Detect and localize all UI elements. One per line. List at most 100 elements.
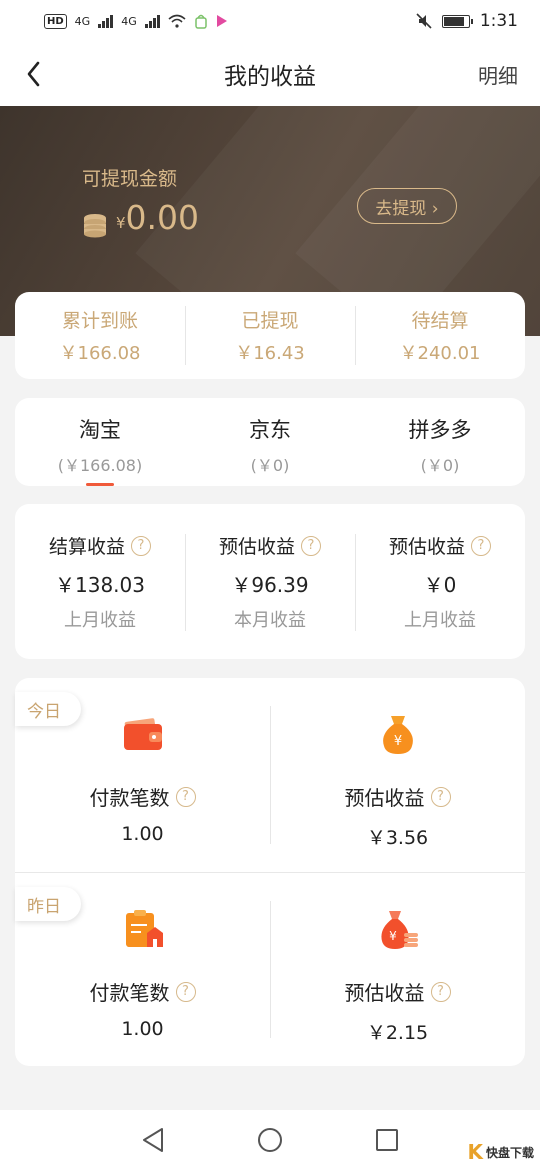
withdrawable-label: 可提现金额	[82, 168, 178, 190]
stat-title-text: 付款笔数	[89, 786, 170, 810]
yesterday-estimate: ¥ 预估收益 ? ￥2.15	[270, 873, 525, 1066]
estimate-title-text: 结算收益	[48, 536, 125, 558]
tab-amount: (￥166.08)	[57, 456, 143, 475]
estimate-title-text: 预估收益	[218, 536, 295, 558]
estimate-this-month: 预估收益 ? ￥96.39 本月收益	[185, 532, 355, 631]
stat-title: 付款笔数 ?	[90, 977, 196, 1006]
watermark-text: 快盘下载	[485, 1145, 534, 1160]
help-icon[interactable]: ?	[430, 786, 451, 807]
earnings-summary-card: 累计到账 ￥166.08 已提现 ￥16.43 待结算 ￥240.01	[15, 292, 525, 379]
help-icon[interactable]: ?	[175, 981, 196, 1002]
estimate-title: 结算收益 ?	[49, 532, 151, 559]
estimate-title-text: 预估收益	[388, 536, 465, 558]
network-4g-label-2: 4G	[121, 14, 137, 28]
status-right: 1:31	[416, 11, 518, 31]
monthly-estimates-card: 结算收益 ? ￥138.03 上月收益 预估收益 ? ￥96.39 本月收益 预…	[15, 504, 525, 659]
stat-title-text: 付款笔数	[89, 981, 170, 1005]
help-icon[interactable]: ?	[430, 981, 451, 1002]
page-title: 我的收益	[224, 64, 316, 90]
withdrawable-value: 0.00	[125, 198, 200, 237]
clipboard-icon	[125, 910, 163, 947]
notification-app-icon	[194, 14, 207, 29]
estimate-title: 预估收益 ?	[389, 532, 491, 559]
yesterday-tag: 昨日	[15, 887, 81, 921]
stat-value: 1.00	[121, 1018, 164, 1040]
summary-pending: 待结算 ￥240.01	[355, 292, 525, 379]
withdrawable-amount: ¥ 0.00	[82, 198, 199, 238]
summary-value: ￥166.08	[59, 343, 141, 364]
watermark-logo: K 快盘下载	[467, 1140, 534, 1164]
system-navigation-bar: K 快盘下载	[0, 1110, 540, 1170]
mute-icon	[416, 13, 432, 29]
estimate-period: 上月收益	[64, 610, 136, 631]
recents-square-icon[interactable]	[374, 1127, 400, 1153]
summary-label: 已提现	[241, 310, 299, 332]
today-estimate: ¥ 预估收益 ? ￥3.56	[270, 678, 525, 872]
help-icon[interactable]: ?	[301, 535, 321, 556]
status-bar: HD 4G 4G 1:31	[0, 0, 540, 42]
summary-value: ￥240.01	[399, 343, 481, 364]
tab-pinduoduo[interactable]: 拼多多 (￥0)	[355, 398, 525, 486]
tab-taobao[interactable]: 淘宝 (￥166.08)	[15, 398, 185, 486]
stat-title: 预估收益 ?	[345, 782, 451, 811]
estimate-period: 本月收益	[234, 610, 306, 631]
tab-label: 淘宝	[79, 418, 121, 442]
stat-value: 1.00	[121, 823, 164, 845]
svg-text:¥: ¥	[393, 734, 401, 749]
currency-symbol: ¥	[116, 214, 126, 232]
tab-jingdong[interactable]: 京东 (￥0)	[185, 398, 355, 486]
watermark-mark: K	[467, 1140, 483, 1164]
status-left: HD 4G 4G	[44, 13, 228, 29]
chevron-left-icon	[27, 61, 40, 87]
clock: 1:31	[479, 11, 518, 31]
estimate-settled-last-month: 结算收益 ? ￥138.03 上月收益	[15, 532, 185, 631]
today-tag: 今日	[15, 692, 81, 726]
stat-value: ￥2.15	[366, 1022, 429, 1044]
battery-icon	[441, 14, 473, 28]
today-section: 付款笔数 ? 1.00 ¥ 预估收益 ? ￥3.56 今日	[15, 678, 525, 872]
stat-title: 付款笔数 ?	[90, 782, 196, 811]
play-app-icon	[216, 15, 227, 27]
stat-title-text: 预估收益	[344, 786, 425, 810]
estimate-value: ￥0	[423, 573, 457, 597]
estimate-last-month: 预估收益 ? ￥0 上月收益	[355, 532, 525, 631]
estimate-value: ￥138.03	[55, 573, 145, 597]
summary-label: 待结算	[411, 310, 469, 332]
help-icon[interactable]: ?	[471, 535, 491, 556]
back-button[interactable]	[18, 56, 54, 92]
tab-amount: (￥0)	[420, 456, 460, 475]
stat-value: ￥3.56	[366, 827, 429, 849]
summary-withdrawn: 已提现 ￥16.43	[185, 292, 355, 379]
coins-icon	[84, 214, 106, 238]
stat-title-text: 预估收益	[344, 981, 425, 1005]
estimate-value: ￥96.39	[231, 573, 309, 597]
svg-text:¥: ¥	[389, 929, 397, 943]
help-icon[interactable]: ?	[131, 535, 151, 556]
platform-tabs: 淘宝 (￥166.08) 京东 (￥0) 拼多多 (￥0)	[15, 398, 525, 486]
wallet-icon	[123, 718, 162, 750]
yesterday-section: 付款笔数 ? 1.00 ¥ 预估收益 ? ￥2.15 昨日	[15, 872, 525, 1066]
tab-label: 京东	[249, 418, 291, 442]
signal-icon-2	[144, 14, 160, 28]
summary-label: 累计到账	[61, 310, 138, 332]
tab-amount: (￥0)	[250, 456, 290, 475]
back-triangle-icon[interactable]	[140, 1126, 166, 1154]
home-circle-icon[interactable]	[256, 1126, 284, 1154]
help-icon[interactable]: ?	[175, 786, 196, 807]
summary-value: ￥16.43	[235, 343, 305, 364]
estimate-period: 上月收益	[404, 610, 476, 631]
wifi-icon	[168, 14, 186, 28]
daily-stats-card: 付款笔数 ? 1.00 ¥ 预估收益 ? ￥3.56 今日 付款笔数 ? 1.0…	[15, 678, 525, 1066]
hd-badge: HD	[44, 13, 67, 29]
detail-link[interactable]: 明细	[478, 60, 518, 89]
signal-icon	[98, 14, 114, 28]
estimate-title: 预估收益 ?	[219, 532, 321, 559]
network-4g-label: 4G	[74, 14, 91, 28]
stat-title: 预估收益 ?	[345, 977, 451, 1006]
summary-total-received: 累计到账 ￥166.08	[15, 292, 185, 379]
money-bag-icon: ¥	[382, 716, 413, 754]
top-navbar: 我的收益 明细	[0, 42, 540, 106]
withdraw-button[interactable]: 去提现 ›	[357, 188, 457, 224]
tab-label: 拼多多	[408, 418, 472, 442]
money-bag-coins-icon: ¥	[380, 911, 418, 949]
